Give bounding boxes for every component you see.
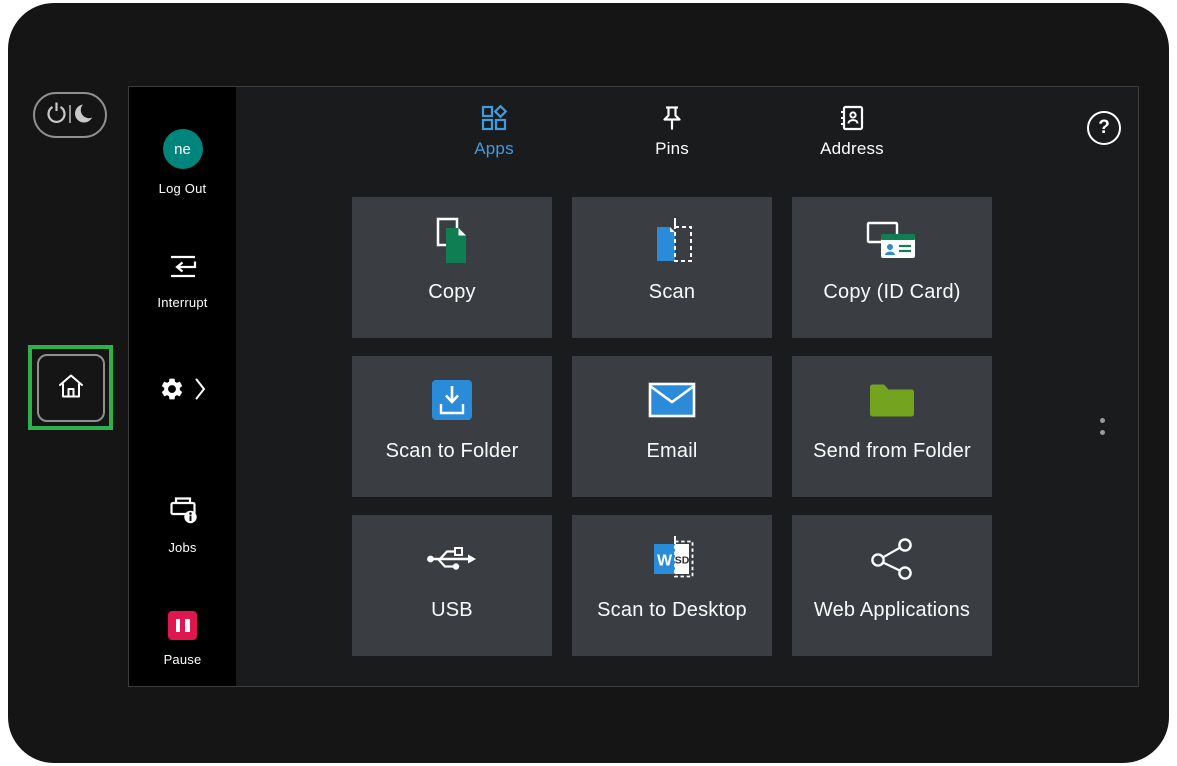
copy-icon bbox=[427, 215, 477, 267]
tab-pins[interactable]: Pins bbox=[597, 104, 747, 159]
app-tile-label: Copy (ID Card) bbox=[823, 281, 960, 304]
tab-pins-label: Pins bbox=[655, 139, 689, 159]
power-sleep-icon bbox=[43, 100, 97, 131]
app-tile-label: Web Applications bbox=[814, 599, 970, 622]
app-tile-label: Scan to Desktop bbox=[597, 599, 747, 622]
page-dot[interactable] bbox=[1100, 418, 1105, 423]
app-tile-scan[interactable]: Scan bbox=[572, 197, 772, 338]
app-tile-label: Send from Folder bbox=[813, 440, 971, 463]
jobs-label: Jobs bbox=[168, 540, 196, 555]
user-avatar: ne bbox=[163, 129, 203, 169]
sidebar: ne Log Out Interrupt bbox=[129, 87, 236, 686]
tab-address[interactable]: Address bbox=[777, 104, 927, 159]
usb-icon bbox=[425, 533, 479, 585]
app-tile-label: Scan bbox=[649, 281, 695, 304]
copy-id-card-icon bbox=[864, 215, 920, 267]
tab-address-label: Address bbox=[820, 139, 884, 159]
tab-apps-label: Apps bbox=[474, 139, 514, 159]
pause-icon bbox=[168, 611, 197, 640]
device-bezel: ne Log Out Interrupt bbox=[8, 3, 1169, 763]
app-tile-web-applications[interactable]: Web Applications bbox=[792, 515, 992, 656]
pin-icon bbox=[659, 104, 685, 132]
jobs-button[interactable]: Jobs bbox=[129, 495, 236, 555]
wsd-w-text: W bbox=[657, 553, 673, 570]
app-tile-send-from-folder[interactable]: Send from Folder bbox=[792, 356, 992, 497]
app-tile-label: Scan to Folder bbox=[386, 440, 519, 463]
help-question-icon: ? bbox=[1098, 117, 1110, 139]
app-tile-label: Copy bbox=[428, 281, 476, 304]
web-applications-icon bbox=[869, 533, 915, 585]
touchscreen: ne Log Out Interrupt bbox=[128, 86, 1139, 687]
scan-icon bbox=[648, 215, 696, 267]
home-icon bbox=[56, 372, 86, 403]
help-button[interactable]: ? bbox=[1087, 111, 1121, 145]
logout-button[interactable]: ne Log Out bbox=[129, 129, 236, 196]
apps-grid-icon bbox=[480, 104, 508, 132]
app-tile-scan-to-desktop[interactable]: W SD Scan to Desktop bbox=[572, 515, 772, 656]
scan-to-desktop-icon: W SD bbox=[646, 533, 698, 585]
settings-gear-icon bbox=[159, 376, 185, 405]
pause-label: Pause bbox=[164, 652, 202, 667]
page-dot[interactable] bbox=[1100, 430, 1105, 435]
app-tile-label: Email bbox=[646, 440, 697, 463]
send-from-folder-icon bbox=[867, 374, 917, 426]
logout-label: Log Out bbox=[159, 181, 207, 196]
jobs-printer-info-icon bbox=[167, 495, 199, 528]
app-tile-usb[interactable]: USB bbox=[352, 515, 552, 656]
interrupt-label: Interrupt bbox=[157, 295, 207, 310]
app-tile-label: USB bbox=[431, 599, 473, 622]
app-tile-copy-id-card[interactable]: Copy (ID Card) bbox=[792, 197, 992, 338]
app-tile-email[interactable]: Email bbox=[572, 356, 772, 497]
scan-to-folder-icon bbox=[429, 374, 475, 426]
device-page: ne Log Out Interrupt bbox=[0, 0, 1177, 766]
chevron-right-icon bbox=[195, 378, 206, 403]
email-icon bbox=[647, 374, 697, 426]
settings-button[interactable] bbox=[129, 376, 236, 405]
app-tile-copy[interactable]: Copy bbox=[352, 197, 552, 338]
app-tile-scan-to-folder[interactable]: Scan to Folder bbox=[352, 356, 552, 497]
app-grid: Copy Scan bbox=[352, 197, 992, 656]
page-indicator bbox=[1100, 418, 1105, 435]
address-book-icon bbox=[838, 104, 866, 132]
home-button[interactable] bbox=[37, 354, 105, 422]
tab-apps[interactable]: Apps bbox=[419, 104, 569, 159]
interrupt-icon bbox=[168, 253, 198, 283]
power-button[interactable] bbox=[33, 92, 107, 138]
pause-button[interactable]: Pause bbox=[129, 611, 236, 667]
home-button-highlight bbox=[28, 345, 113, 430]
wsd-sd-text: SD bbox=[675, 555, 690, 567]
interrupt-button[interactable]: Interrupt bbox=[129, 253, 236, 310]
